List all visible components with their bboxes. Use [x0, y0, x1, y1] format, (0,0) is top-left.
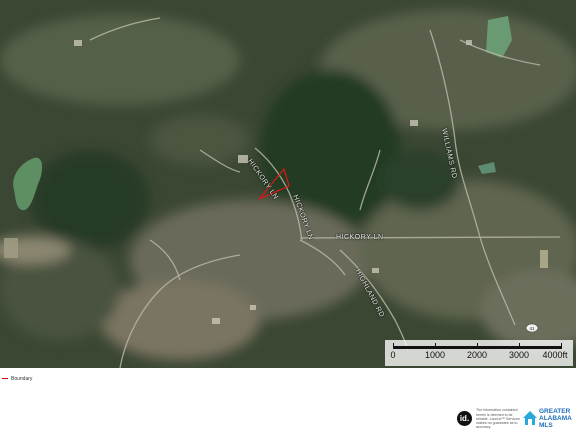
map-legend: Boundary [0, 372, 32, 386]
idx-logo[interactable]: id. [457, 410, 472, 426]
route-marker-label: 41 [529, 326, 535, 331]
road-label-hickory-3: HICKORY LN [336, 234, 384, 241]
house-icon [523, 411, 537, 425]
scale-label-0: 0 [390, 350, 396, 360]
scale-tick [561, 343, 562, 349]
scale-tick [477, 343, 478, 349]
boundary-swatch [2, 378, 8, 380]
brand-line-2: ALABAMA [539, 414, 572, 422]
scale-label-2000: 2000 [466, 350, 488, 360]
scale-label-1000: 1000 [424, 350, 446, 360]
scale-bar: 0 1000 2000 3000 4000ft [385, 340, 573, 366]
route-marker: 41 [525, 323, 539, 333]
scale-tick [393, 343, 394, 349]
disclaimer-text: The information contained herein is deem… [476, 408, 520, 430]
brand-line-3: MLS [539, 421, 553, 429]
satellite-imagery: 41 [0, 0, 576, 368]
scale-label-3000: 3000 [508, 350, 530, 360]
brand-line-1: GREATER [539, 407, 571, 415]
satellite-map[interactable]: 41 HICKORY LN HICKORY LN HICKORY LN WILL… [0, 0, 576, 368]
footer-branding: id. The information contained herein is … [451, 404, 576, 432]
scale-tick [435, 343, 436, 349]
mls-logo[interactable]: GREATER ALABAMA MLS [522, 408, 572, 429]
scale-label-4000ft: 4000ft [542, 350, 568, 360]
scale-tick [519, 343, 520, 349]
legend-label-boundary: Boundary [11, 376, 33, 382]
